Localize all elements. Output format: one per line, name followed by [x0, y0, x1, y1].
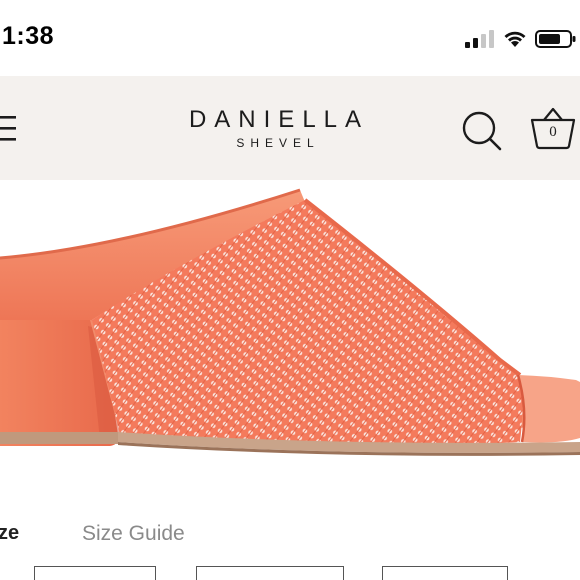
status-bar: 1:38: [0, 0, 580, 76]
cellular-signal-icon: [465, 30, 494, 48]
product-image: [0, 188, 580, 456]
brand-subname: SHEVEL: [236, 136, 320, 150]
size-selector-header: ze Size Guide: [0, 516, 580, 550]
battery-icon: [535, 30, 576, 48]
status-time: 1:38: [2, 22, 55, 50]
size-option-button[interactable]: [34, 566, 156, 580]
site-header: DANIELLA SHEVEL 0: [0, 76, 580, 180]
search-icon[interactable]: [458, 108, 506, 154]
cart-button[interactable]: 0: [528, 104, 578, 152]
cart-count-badge: 0: [549, 124, 557, 140]
size-label: ze: [0, 522, 20, 544]
size-guide-link[interactable]: Size Guide: [82, 522, 185, 546]
size-option-button[interactable]: [196, 566, 344, 580]
product-image-area[interactable]: [0, 180, 580, 500]
brand-name: DANIELLA: [188, 106, 370, 133]
size-option-button[interactable]: [382, 566, 508, 580]
size-options: [0, 566, 580, 580]
wifi-icon: [504, 31, 526, 47]
brand-logo[interactable]: DANIELLA SHEVEL: [160, 106, 390, 150]
hamburger-menu-icon[interactable]: [0, 114, 16, 144]
